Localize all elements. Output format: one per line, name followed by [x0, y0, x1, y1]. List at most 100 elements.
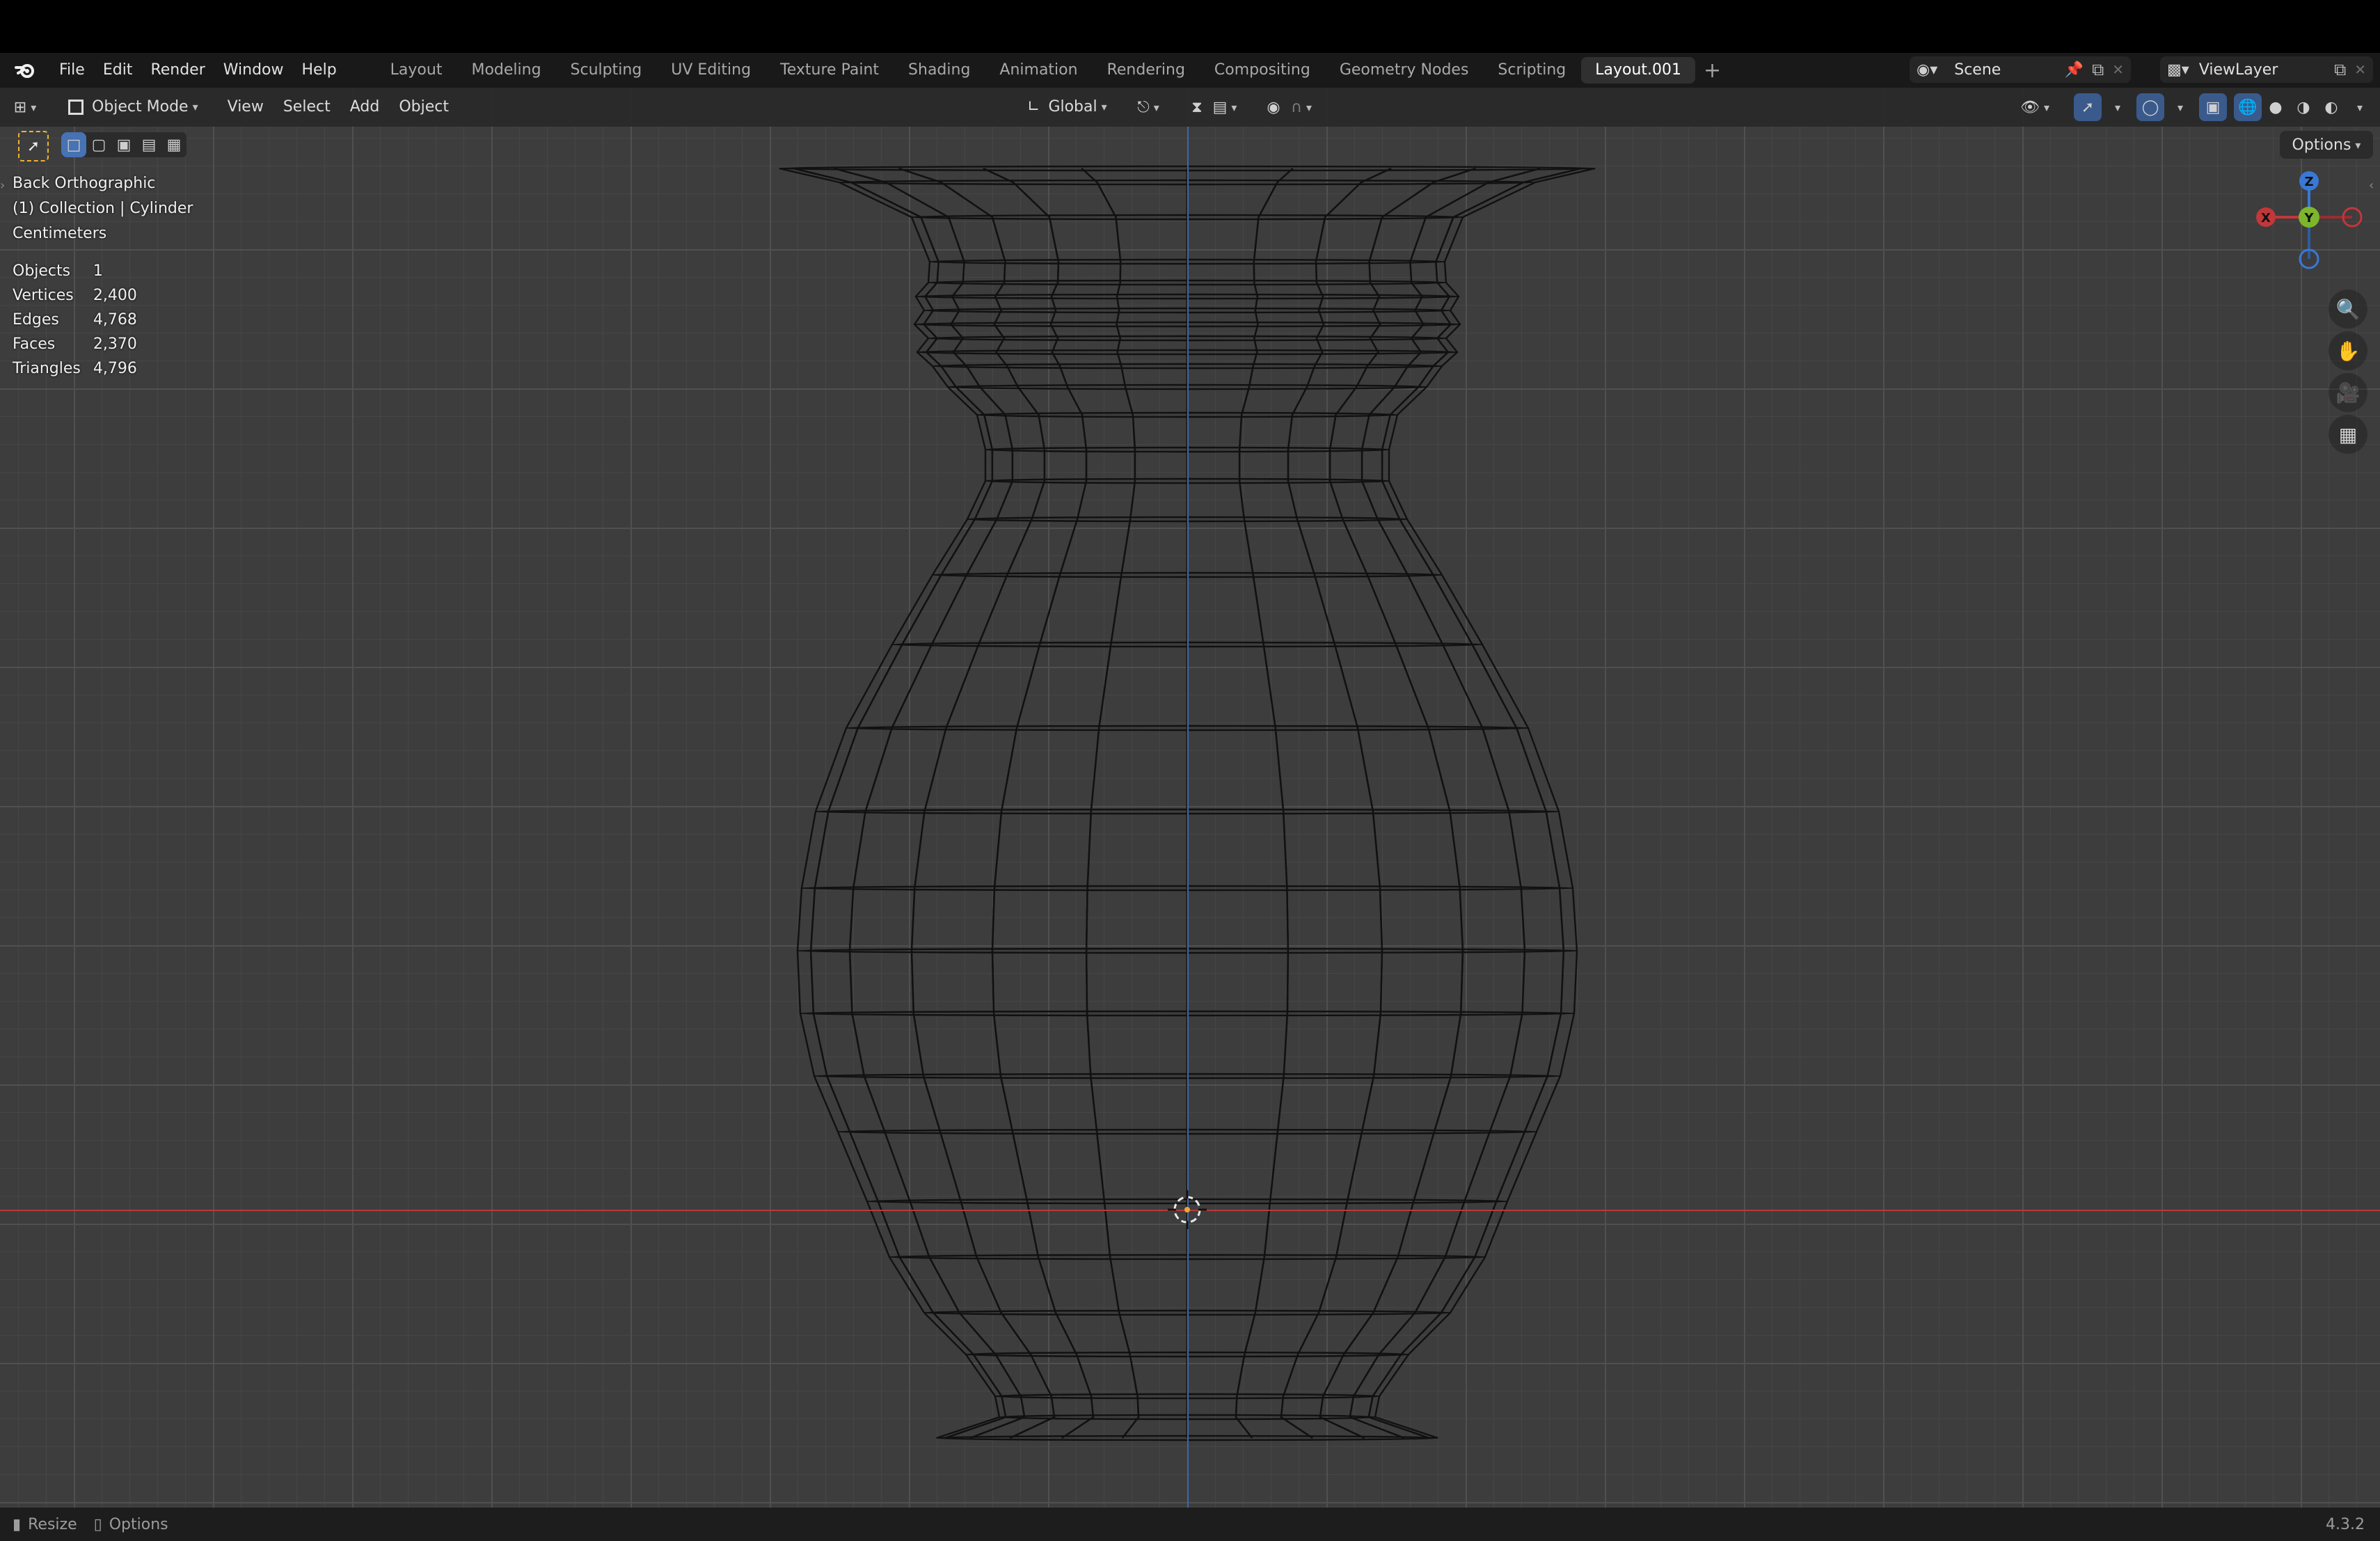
select-new-icon[interactable]: □	[61, 132, 86, 157]
collection-object: (1) Collection | Cylinder	[13, 200, 193, 217]
edge-meridian	[983, 167, 1095, 1439]
edge-meridian	[834, 167, 1026, 1439]
snap-target-icon[interactable]: ▤ ▾	[1211, 93, 1239, 121]
stat-label: Edges	[13, 311, 59, 329]
edge-meridian	[1319, 167, 1476, 1439]
pan-hand-icon[interactable]: ✋	[2329, 331, 2367, 370]
scene-statistics: Objects 1 Vertices 2,400 Edges 4,768 Faces 2…	[13, 259, 150, 381]
options-dropdown[interactable]: Options ▾	[2280, 131, 2373, 159]
stat-value: 4,768	[93, 311, 137, 329]
workspace-tab-layout-001[interactable]: Layout.001	[1581, 57, 1696, 84]
mode-label: Object Mode	[92, 98, 189, 116]
workspace-tab-modeling[interactable]: Modeling	[457, 57, 555, 84]
workspace-tab-layout[interactable]: Layout	[376, 57, 457, 84]
workspace-tab-sculpting[interactable]: Sculpting	[557, 57, 656, 84]
stat-value: 4,796	[93, 360, 137, 377]
gizmo-dropdown-icon[interactable]: ▾	[2102, 93, 2129, 121]
close-scene-icon[interactable]: ✕	[2112, 61, 2124, 78]
proportional-falloff-icon[interactable]: ∩ ▾	[1287, 93, 1315, 121]
edge-meridian	[1349, 167, 1541, 1439]
menu-file[interactable]: File	[50, 53, 94, 88]
stat-row: Triangles 4,796	[13, 356, 150, 381]
edge-meridian	[1280, 167, 1392, 1439]
workspace-tab-rendering[interactable]: Rendering	[1093, 57, 1199, 84]
xray-toggle-icon[interactable]: ▣	[2199, 93, 2227, 121]
scene-selector[interactable]: ◉▾ Scene 📌 ⧉ ✕	[1910, 56, 2131, 83]
stat-label: Faces	[13, 335, 56, 353]
new-view-layer-icon[interactable]: ⧉	[2334, 60, 2346, 79]
3d-viewport[interactable]: ⊞ ▾ Object Mode ▾ View Select Add Object …	[0, 88, 2380, 1508]
shading-rendered-icon[interactable]: ◐	[2317, 93, 2345, 121]
add-workspace-icon[interactable]: +	[1704, 58, 1721, 83]
collapse-sidebar-left-icon[interactable]: ›	[0, 178, 5, 193]
select-mode-group: □ ▢ ▣ ▤ ▦	[61, 132, 187, 157]
gizmo-toggle-icon[interactable]: ➚	[2074, 93, 2102, 121]
edge-meridian	[1081, 168, 1140, 1439]
select-invert-icon[interactable]: ▤	[136, 132, 161, 157]
z-axis-line	[1187, 127, 1189, 1508]
gizmo-y-label: Y	[2303, 211, 2314, 226]
gizmo-x-label: X	[2261, 211, 2271, 226]
workspace-tab-scripting[interactable]: Scripting	[1484, 57, 1580, 84]
blender-logo-icon[interactable]	[11, 56, 39, 84]
mouse-left-icon: ▮	[13, 1515, 22, 1533]
select-intersect-icon[interactable]: ▦	[161, 132, 187, 157]
proportional-edit-icon[interactable]: ◉	[1260, 93, 1287, 121]
workspace-tab-animation[interactable]: Animation	[985, 57, 1091, 84]
snap-toggle-icon[interactable]: ⧗	[1183, 93, 1211, 121]
stat-label: Objects	[13, 262, 71, 280]
shading-material-icon[interactable]: ◑	[2290, 93, 2317, 121]
menu-add[interactable]: Add	[340, 93, 390, 121]
menu-select[interactable]: Select	[273, 93, 340, 121]
transform-orientation-selector[interactable]: ∟ Global ▾	[1017, 93, 1117, 121]
edge-meridian	[898, 167, 1056, 1439]
collapse-sidebar-right-icon[interactable]: ‹	[2369, 178, 2374, 193]
mode-selector[interactable]: Object Mode ▾	[58, 93, 208, 121]
navigation-gizmo[interactable]: Z X Y	[2253, 167, 2365, 292]
orthographic-toggle-icon[interactable]: ▦	[2329, 415, 2367, 454]
zoom-icon[interactable]: 🔍	[2329, 290, 2367, 329]
3d-cursor-icon[interactable]	[1168, 1190, 1207, 1229]
edge-meridian	[1235, 168, 1294, 1439]
wireframe-vase[interactable]	[0, 88, 2380, 1508]
menu-render[interactable]: Render	[141, 53, 214, 88]
mouse-right-icon: ▯	[93, 1515, 102, 1533]
camera-view-icon[interactable]: 🎥	[2329, 373, 2367, 412]
stat-row: Faces 2,370	[13, 332, 150, 356]
workspace-tab-shading[interactable]: Shading	[894, 57, 984, 84]
menu-view[interactable]: View	[218, 93, 273, 121]
edge-meridian	[1319, 167, 1476, 1439]
select-subtract-icon[interactable]: ▣	[111, 132, 136, 157]
workspace-tab-compositing[interactable]: Compositing	[1200, 57, 1324, 84]
overlays-toggle-icon[interactable]: ◯	[2136, 93, 2164, 121]
stat-row: Vertices 2,400	[13, 283, 150, 308]
workspace-tab-geometry-nodes[interactable]: Geometry Nodes	[1326, 57, 1483, 84]
overlays-dropdown-icon[interactable]: ▾	[2164, 93, 2192, 121]
new-scene-icon[interactable]: ⧉	[2092, 60, 2104, 79]
view-layer-icon: ▩▾	[2167, 61, 2189, 79]
menu-object[interactable]: Object	[389, 93, 459, 121]
visibility-icon[interactable]: 👁 ▾	[2020, 93, 2049, 121]
menu-edit[interactable]: Edit	[94, 53, 142, 88]
close-view-layer-icon[interactable]: ✕	[2354, 61, 2366, 78]
scene-name: Scene	[1954, 61, 2001, 79]
shading-solid-icon[interactable]: ●	[2262, 93, 2290, 121]
active-tool-icon[interactable]: ➚	[18, 131, 49, 161]
stat-label: Triangles	[13, 360, 81, 377]
chevron-down-icon: ▾	[2355, 138, 2361, 152]
editor-type-icon[interactable]: ⊞ ▾	[11, 93, 39, 121]
edge-meridian	[779, 167, 1001, 1439]
workspace-tab-uv-editing[interactable]: UV Editing	[657, 57, 765, 84]
shading-wireframe-icon[interactable]: 🌐	[2234, 93, 2262, 121]
pivot-point-icon[interactable]: ⎋ ▾	[1134, 93, 1162, 121]
shading-dropdown-icon[interactable]: ▾	[2344, 93, 2372, 121]
pin-icon[interactable]: 📌	[2065, 61, 2084, 79]
object-mode-icon	[68, 100, 84, 115]
edge-meridian	[983, 167, 1095, 1439]
view-layer-selector[interactable]: ▩▾ ViewLayer ⧉ ✕	[2160, 56, 2373, 83]
edge-meridian	[1280, 167, 1392, 1439]
menu-help[interactable]: Help	[293, 53, 346, 88]
menu-window[interactable]: Window	[214, 53, 293, 88]
workspace-tab-texture-paint[interactable]: Texture Paint	[766, 57, 893, 84]
select-extend-icon[interactable]: ▢	[86, 132, 111, 157]
